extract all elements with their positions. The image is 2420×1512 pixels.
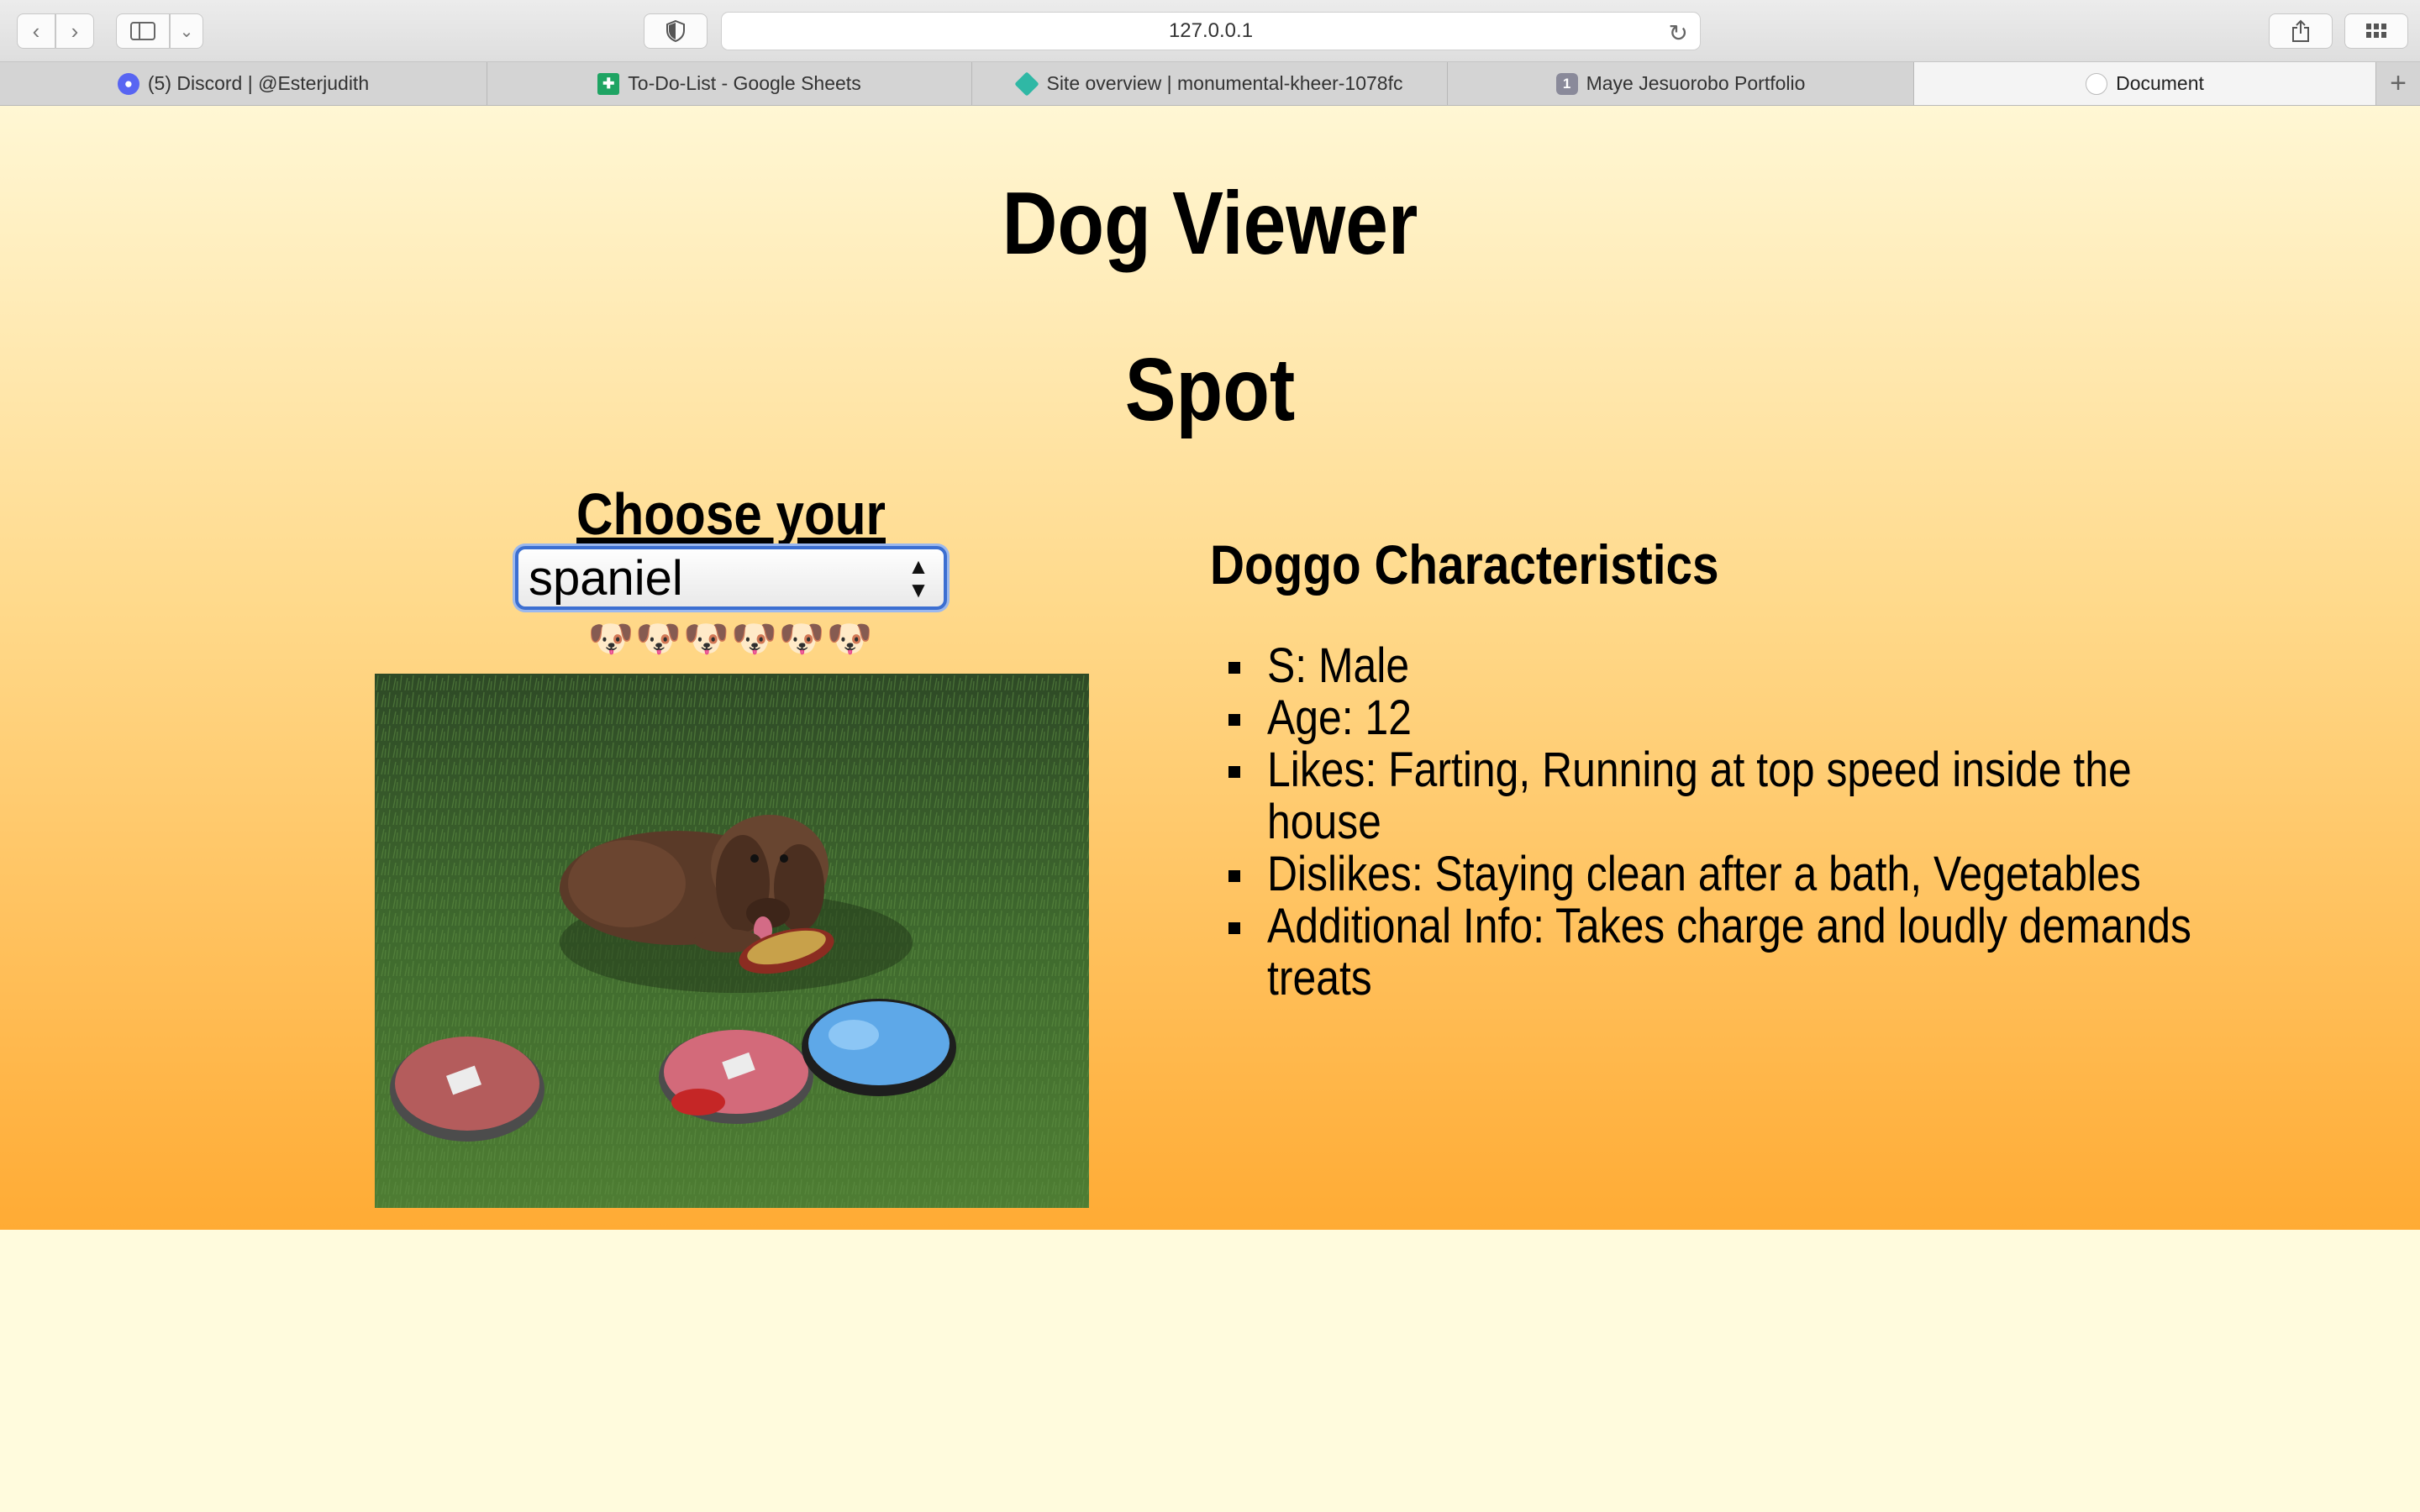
tab-overview-button[interactable] [2344,13,2408,49]
chevron-down-icon: ⌄ [179,22,194,41]
browser-toolbar: ‹ › ⌄ 127.0.0.1 ↻ [0,0,2420,62]
back-button[interactable]: ‹ [17,13,55,49]
reload-icon[interactable]: ↻ [1669,19,1688,47]
list-item: Additional Info: Takes charge and loudly… [1210,900,2252,1005]
sidebar-menu-button[interactable]: ⌄ [170,13,203,49]
tab-bar: ● (5) Discord | @Esterjudith ✚ To-Do-Lis… [0,62,2420,106]
tab-label: Site overview | monumental-kheer-1078fc [1046,72,1403,94]
share-button[interactable] [2269,13,2333,49]
characteristics-list: S: Male Age: 12 Likes: Farting, Running … [1210,640,2252,1005]
list-item: Dislikes: Staying clean after a bath, Ve… [1210,848,2252,900]
new-tab-button[interactable]: + [2376,62,2420,105]
tab-label: Maye Jesuorobo Portfolio [1586,72,1806,94]
discord-icon: ● [117,72,139,95]
tab-google-sheets[interactable]: ✚ To-Do-List - Google Sheets [487,62,972,105]
characteristic-sex: S: Male [1267,638,1410,693]
sidebar-icon [130,22,155,40]
tab-label: Document [2116,72,2204,94]
tab-netlify[interactable]: Site overview | monumental-kheer-1078fc [972,62,1448,105]
dog-photo [375,674,1089,1208]
forward-button[interactable]: › [55,13,94,49]
share-icon [2292,19,2309,42]
select-arrows-icon: ▲ ▼ [908,554,929,602]
google-sheets-icon: ✚ [597,72,620,95]
privacy-button[interactable] [644,13,708,49]
address-bar[interactable]: 127.0.0.1 ↻ [721,12,1701,50]
characteristic-additional-info: Additional Info: Takes charge and loudly… [1267,899,2191,1005]
plus-icon: + [2390,67,2407,99]
page-icon [2086,72,2108,95]
characteristic-age: Age: 12 [1267,690,1412,745]
netlify-icon [1014,71,1040,97]
list-item: Likes: Farting, Running at top speed ins… [1210,744,2252,848]
breed-select[interactable]: spaniel ▲ ▼ [515,546,947,610]
characteristics-heading: Doggo Characteristics [1210,533,1719,596]
breed-select-value: spaniel [529,550,683,606]
characteristic-dislikes: Dislikes: Staying clean after a bath, Ve… [1267,847,2141,901]
page-title: Dog Viewer [1002,174,1418,273]
dog-emoji-row: 🐶🐶🐶🐶🐶🐶 [587,618,875,659]
list-item: S: Male [1210,640,2252,692]
portfolio-icon: 1 [1555,72,1578,95]
sidebar-button[interactable] [116,13,170,49]
tab-document[interactable]: Document [1914,62,2376,105]
tab-discord[interactable]: ● (5) Discord | @Esterjudith [0,62,487,105]
tab-label: To-Do-List - Google Sheets [628,72,861,94]
grid-icon [2366,24,2386,38]
tab-label: (5) Discord | @Esterjudith [147,72,370,94]
list-item: Age: 12 [1210,692,2252,744]
address-text: 127.0.0.1 [1168,19,1254,42]
page-footer-area [0,1230,2420,1512]
chevron-left-icon: ‹ [32,18,40,44]
dog-name: Spot [1124,340,1296,439]
characteristic-likes: Likes: Farting, Running at top speed ins… [1267,743,2132,849]
chevron-right-icon: › [71,18,79,44]
tab-portfolio[interactable]: 1 Maye Jesuorobo Portfolio [1448,62,1914,105]
shield-icon [666,20,685,42]
page-body: Dog Viewer Spot Choose your Breed spanie… [0,106,2420,1230]
